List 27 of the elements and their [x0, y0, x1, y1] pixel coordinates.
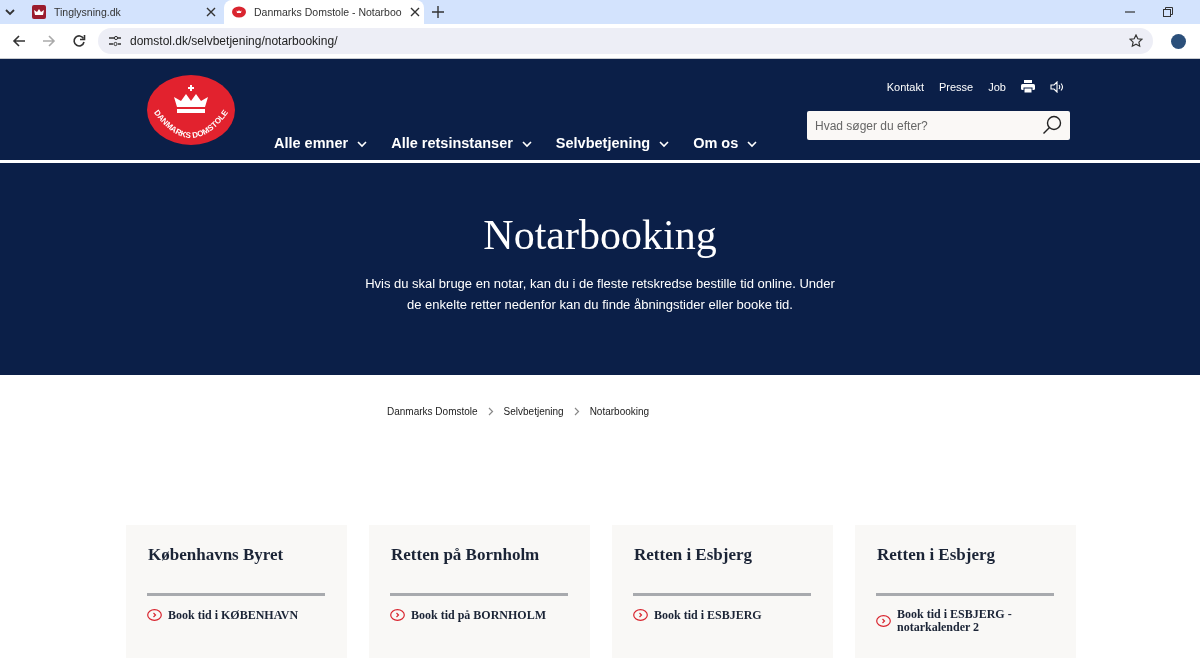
utility-link[interactable]: Kontakt — [886, 80, 924, 93]
booking-link[interactable]: Book tid i ESBJERG - notarkalender 2 — [876, 608, 1055, 634]
tab-title: Danmarks Domstole - Notarboo — [254, 6, 402, 18]
nav-menu-item[interactable]: Alle retsinstanser — [391, 135, 532, 151]
card-title: Retten i Esbjerg — [634, 545, 754, 565]
browser-tab[interactable]: Danmarks Domstole - Notarboo — [224, 0, 424, 24]
page-title: Notarbooking — [483, 211, 717, 259]
breadcrumb-link[interactable]: Selvbetjening — [503, 406, 564, 417]
breadcrumb-current: Notarbooking — [589, 406, 650, 417]
booking-link[interactable]: Book tid i ESBJERG — [633, 608, 812, 622]
address-field[interactable]: domstol.dk/selvbetjening/notarbooking/ — [98, 28, 1153, 54]
card-title: Københavns Byret — [148, 545, 285, 565]
tab-title: Tinglysning.dk — [54, 6, 122, 18]
search-field[interactable]: Hvad søger du efter? — [807, 111, 1070, 140]
utility-link[interactable]: Job — [988, 80, 1006, 93]
breadcrumb-link[interactable]: Danmarks Domstole — [387, 406, 478, 417]
nav-menu-item[interactable]: Alle emner — [274, 135, 368, 151]
booking-link[interactable]: Book tid på BORNHOLM — [390, 608, 569, 622]
url-text: domstol.dk/selvbetjening/notarbooking/ — [130, 34, 338, 48]
nav-menu-item[interactable]: Om os — [693, 135, 758, 151]
booking-link[interactable]: Book tid i KØBENHAVN — [147, 608, 326, 622]
browser-tab[interactable]: Tinglysning.dk — [24, 0, 224, 24]
utility-link[interactable]: Presse — [939, 80, 974, 93]
card-title: Retten på Bornholm — [391, 545, 541, 565]
nav-menu-item[interactable]: Selvbetjening — [555, 135, 670, 151]
intro-text: Hvis du skal bruge en notar, kan du i de fleste retskredse bestille tid online. Under de enkelte retter nedenfor kan du finde åbningstider eller booke tid. — [365, 275, 835, 314]
card-title: Retten i Esbjerg — [877, 545, 997, 565]
